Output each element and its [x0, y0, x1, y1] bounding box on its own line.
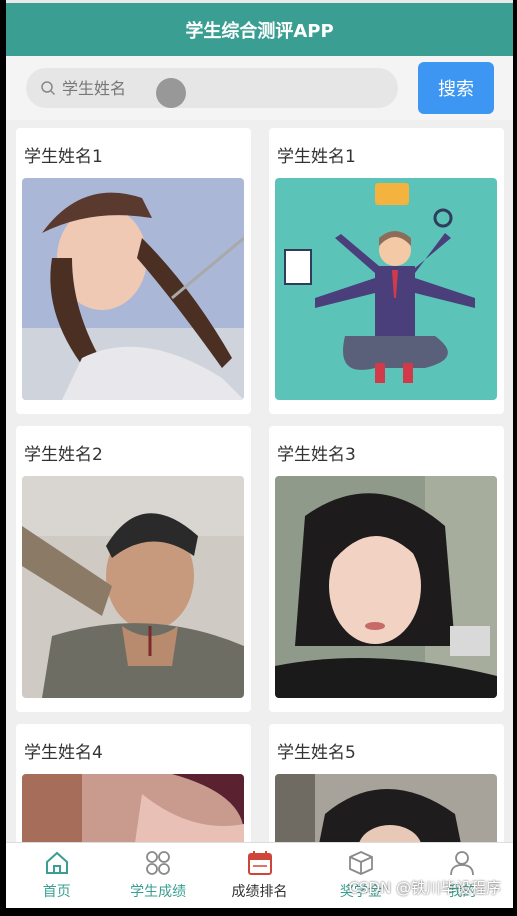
- student-photo[interactable]: [22, 476, 244, 698]
- app-screen: 学生综合测评APP 搜索 学生姓名1: [6, 0, 513, 908]
- student-card[interactable]: 学生姓名1: [16, 128, 251, 414]
- search-button[interactable]: 搜索: [418, 62, 494, 114]
- tab-ranking[interactable]: 成绩排名: [209, 843, 310, 908]
- calendar-icon: [247, 851, 272, 875]
- search-icon: [41, 81, 56, 96]
- search-bar: 搜索: [6, 56, 513, 120]
- app-header: 学生综合测评APP: [6, 0, 513, 56]
- tab-home[interactable]: 首页: [6, 843, 107, 908]
- student-name: 学生姓名2: [24, 445, 103, 465]
- tab-scholarship[interactable]: 奖学金: [310, 843, 411, 908]
- page-title: 学生综合测评APP: [185, 20, 334, 42]
- touch-indicator: [156, 78, 186, 108]
- student-name: 学生姓名1: [24, 147, 103, 167]
- tab-label: 成绩排名: [231, 884, 288, 900]
- tab-scores[interactable]: 学生成绩: [107, 843, 208, 908]
- student-card[interactable]: 学生姓名3: [269, 426, 504, 712]
- grid-icon: [146, 851, 171, 875]
- student-photo[interactable]: [275, 476, 497, 698]
- student-name: 学生姓名3: [277, 445, 356, 465]
- student-name: 学生姓名5: [277, 743, 356, 763]
- search-input[interactable]: [62, 78, 362, 98]
- tab-mine[interactable]: 我的: [412, 843, 513, 908]
- student-card[interactable]: 学生姓名2: [16, 426, 251, 712]
- bottom-tab-bar: 首页 学生成绩 成绩排名 奖学金 我的: [6, 842, 513, 908]
- student-card[interactable]: 学生姓名1: [269, 128, 504, 414]
- user-icon: [450, 851, 475, 876]
- search-box[interactable]: [26, 68, 398, 108]
- watermark: CSDN @铁川毕设程序: [348, 879, 501, 897]
- home-icon: [45, 851, 68, 874]
- student-name: 学生姓名4: [24, 743, 103, 763]
- student-photo[interactable]: [275, 178, 497, 400]
- student-photo[interactable]: [22, 178, 244, 400]
- tab-label: 首页: [42, 884, 71, 900]
- tab-label: 学生成绩: [130, 884, 187, 900]
- student-name: 学生姓名1: [277, 147, 356, 167]
- box-icon: [349, 851, 373, 875]
